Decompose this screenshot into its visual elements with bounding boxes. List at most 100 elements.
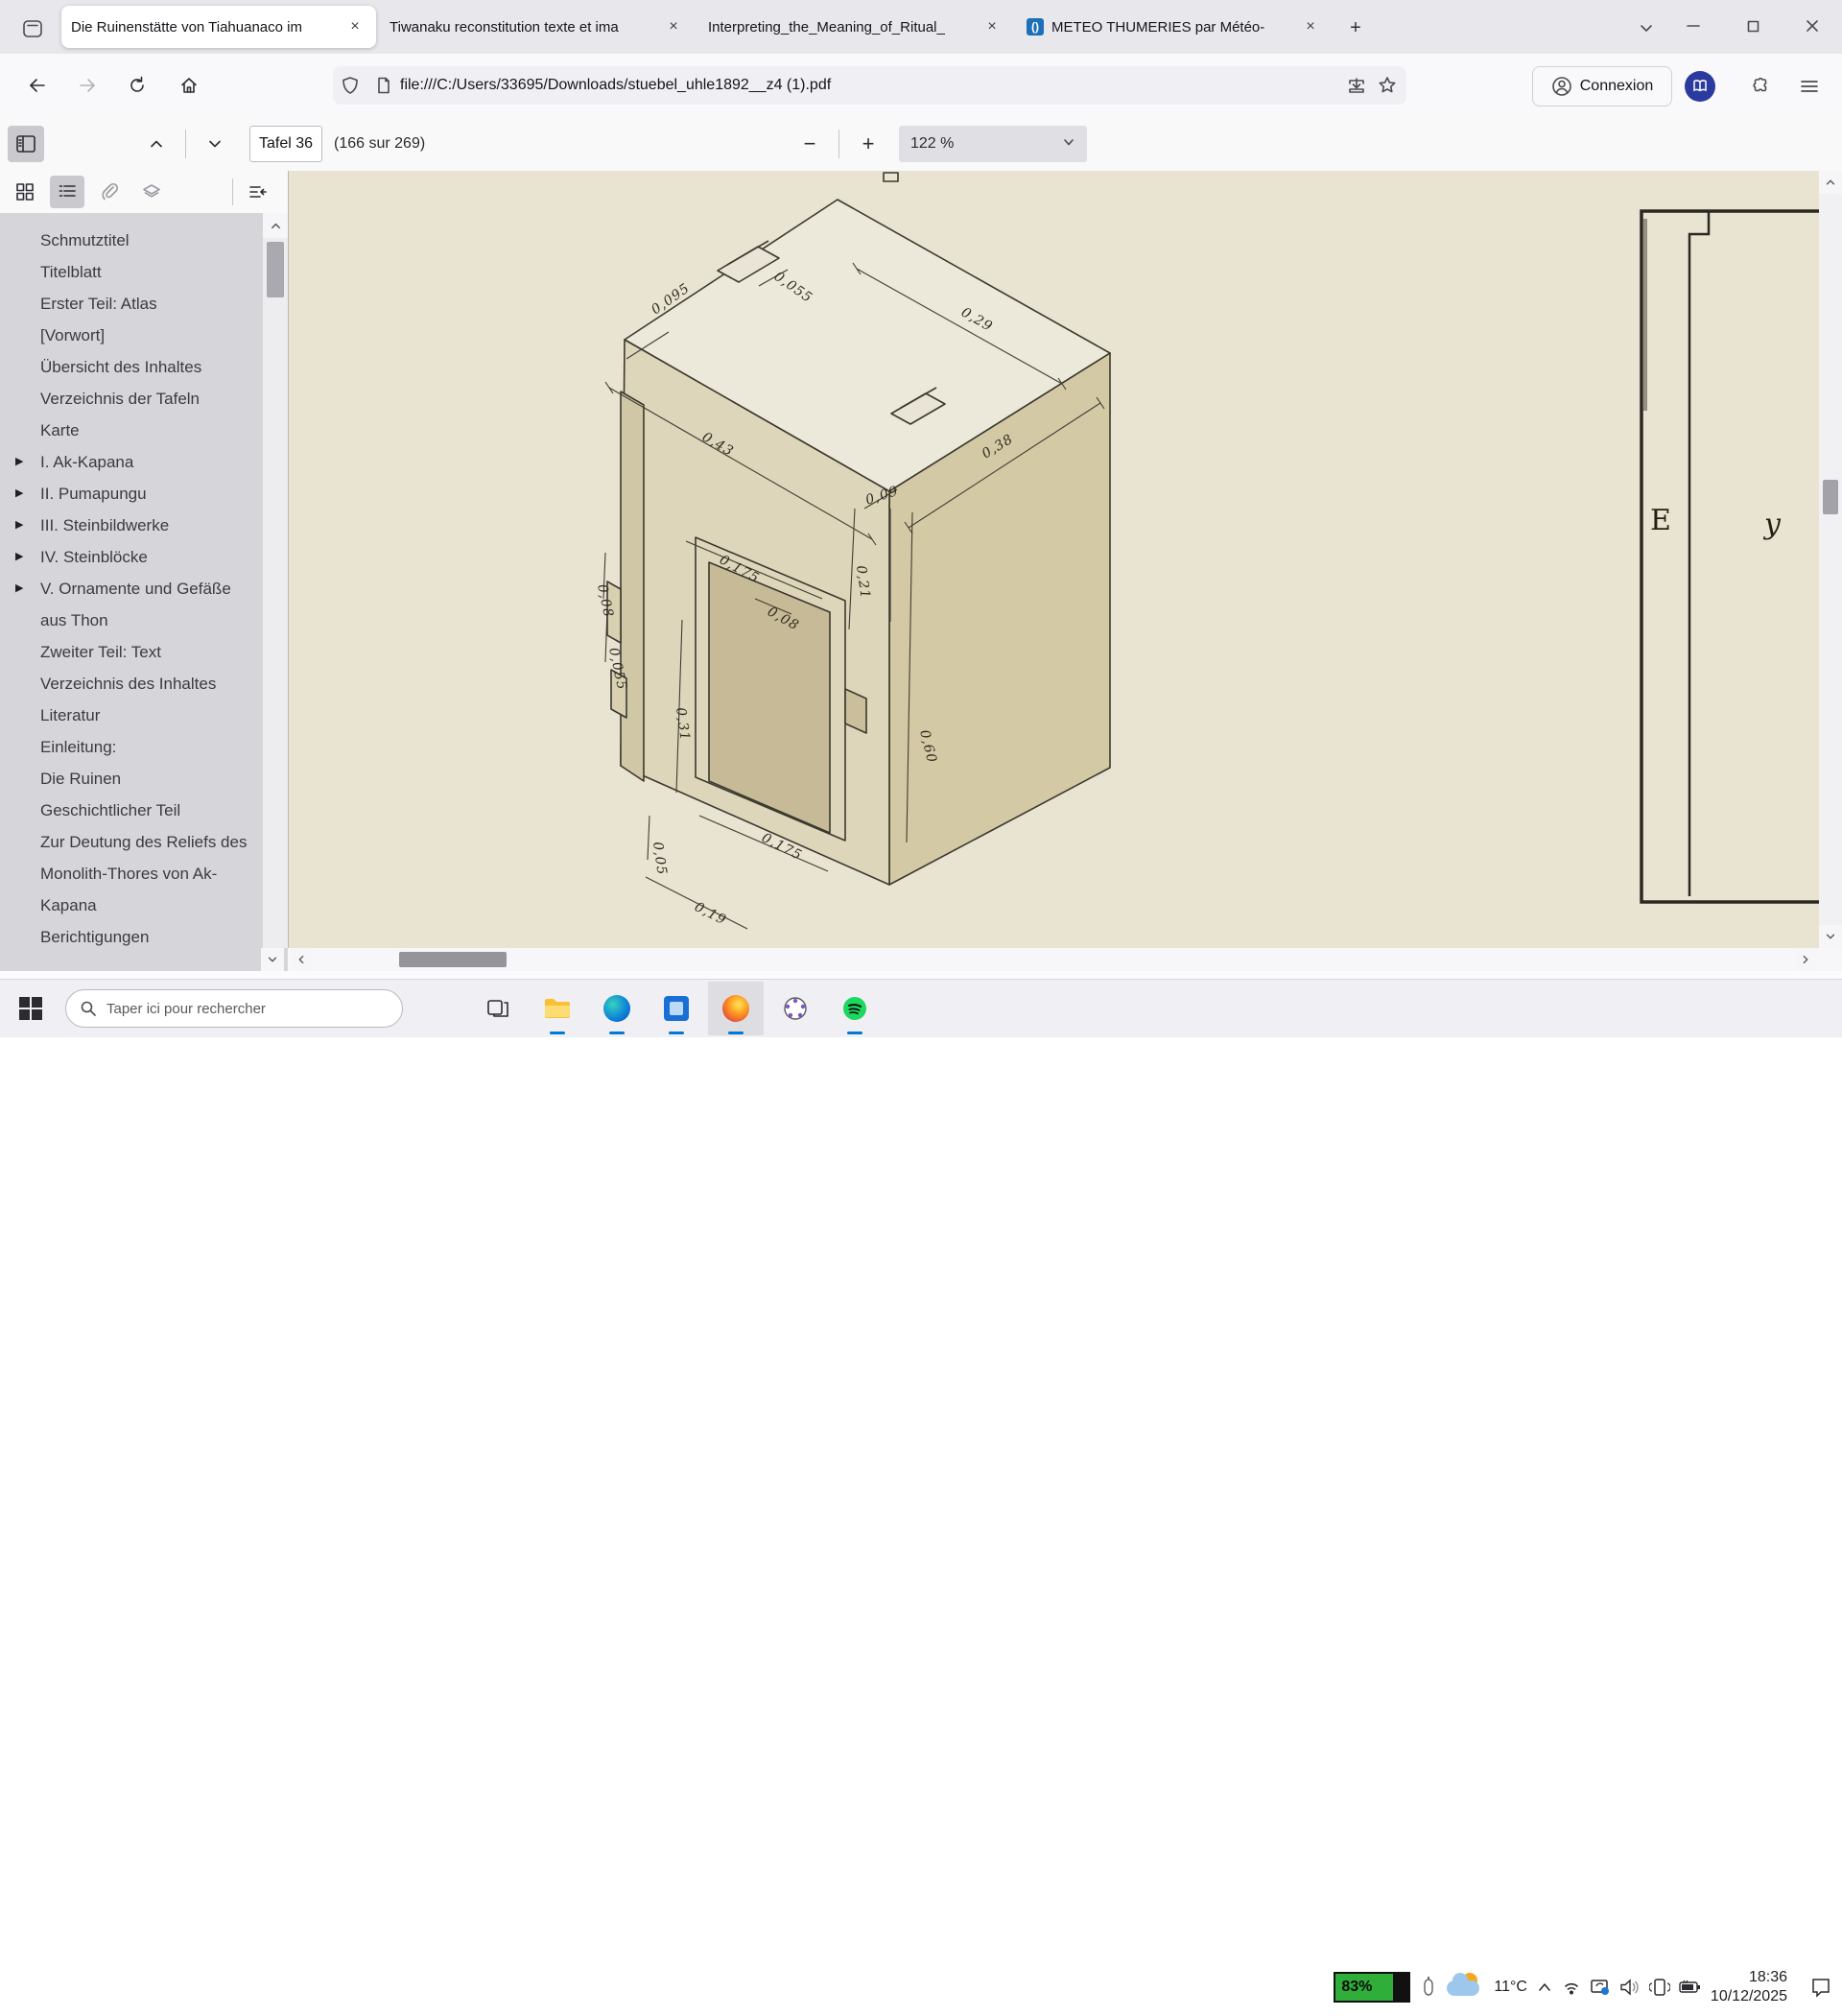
tab-close-icon[interactable]: × [980,15,1004,38]
outline-view-icon[interactable] [50,176,84,208]
expand-triangle-icon[interactable]: ▶ [15,573,23,605]
outline-item[interactable]: Geschichtlicher Teil [40,795,261,826]
pdf-page[interactable]: 0,0950,0550,290,430,090,380,080,0550,175… [288,171,1820,948]
expand-triangle-icon[interactable]: ▶ [15,541,23,573]
window-maximize-button[interactable] [1723,2,1783,50]
window-close-button[interactable] [1783,2,1842,50]
cast-sync-icon[interactable] [1590,1978,1611,1997]
outline-item[interactable]: Karte [40,415,261,446]
sidebar-scrollbar[interactable] [263,213,288,971]
download-page-icon[interactable] [1347,76,1366,95]
bookmark-star-icon[interactable] [1378,76,1397,95]
taskbar-clock[interactable]: 18:36 10/12/2025 [1711,1968,1787,2006]
outline-item[interactable]: Literatur [40,700,261,731]
previous-page-button[interactable] [138,126,175,162]
tray-chevron-up-icon[interactable] [1536,1980,1553,1995]
notification-center-icon[interactable] [1809,1976,1832,1999]
sidebar-scroll-up-icon[interactable] [263,213,288,238]
volume-icon[interactable] [1619,1979,1641,1996]
extensions-puzzle-icon[interactable] [1742,69,1777,104]
outline-item[interactable]: [Vorwort] [40,320,261,351]
start-button[interactable] [8,985,54,1032]
edge-browser-icon[interactable] [589,982,645,1035]
home-icon[interactable] [171,67,207,104]
outline-item[interactable]: Schmutztitel [40,225,261,256]
outline-item[interactable]: ▶III. Steinbildwerke [40,510,261,541]
outline-item[interactable]: Übersicht des Inhaltes [40,351,261,383]
tab-close-icon[interactable]: × [662,15,685,38]
zoom-select[interactable]: 122 % [899,126,1087,162]
outline-item[interactable]: Zur Deutung des Reliefs des Monolith-Tho… [40,826,261,921]
task-view-icon[interactable] [470,982,526,1035]
outline-item[interactable]: Die Ruinen [40,763,261,795]
outline-item[interactable]: Zweiter Teil: Text [40,636,261,668]
expand-triangle-icon[interactable]: ▶ [15,478,23,510]
outline-item[interactable]: Einleitung: [40,731,261,763]
page-info-icon[interactable] [375,77,392,94]
pen-pointer-icon[interactable] [1419,1975,1438,2000]
browser-tab[interactable]: Tiwanaku reconstitution texte et ima× [380,6,695,48]
weather-icon[interactable] [1447,1973,1485,2002]
battery-widget[interactable]: 83% [1334,1972,1410,2003]
shield-icon[interactable] [341,76,360,95]
outline-item[interactable]: ▶IV. Steinblöcke [40,541,261,573]
zoom-out-button[interactable]: − [791,126,828,162]
outline-item[interactable]: ▶II. Pumapungu [40,478,261,510]
tab-close-icon[interactable]: × [343,15,366,38]
firefox-icon[interactable] [708,982,764,1035]
list-all-tabs-chevron-icon[interactable] [1629,12,1664,44]
sidebar-scroll-down-icon[interactable] [261,948,284,971]
back-button[interactable] [19,67,56,104]
scroll-right-icon[interactable] [1794,948,1817,971]
plan-letter: y [1762,508,1782,541]
browser-tab[interactable]: Die Ruinenstätte von Tiahuanaco im× [61,6,376,48]
spotify-icon[interactable] [827,982,883,1035]
temperature-label[interactable]: 11°C [1494,1979,1527,1996]
attachments-paperclip-icon[interactable] [92,176,127,208]
current-outline-item-icon[interactable] [241,176,275,208]
outline-item[interactable]: Erster Teil: Atlas [40,288,261,320]
outline-item[interactable]: Verzeichnis des Inhaltes [40,668,261,700]
horizontal-scroll-thumb[interactable] [399,952,507,967]
phone-link-icon[interactable] [1649,1978,1670,1997]
connexion-button[interactable]: Connexion [1532,66,1672,107]
next-page-button[interactable] [197,126,233,162]
outline-item[interactable]: ▶I. Ak-Kapana [40,446,261,478]
tab-close-icon[interactable]: × [1299,15,1322,38]
wifi-icon[interactable] [1562,1979,1581,1996]
scroll-left-icon[interactable] [290,948,313,971]
outline-item[interactable]: ▶V. Ornamente und Gefäße aus Thon [40,573,261,636]
toggle-sidebar-button[interactable] [8,126,44,162]
page-number-input[interactable] [249,126,322,162]
battery-status-icon[interactable] [1679,1980,1702,1995]
firefox-view-icon[interactable] [13,12,52,46]
extension-badge-icon[interactable] [1685,71,1715,102]
outline-item[interactable]: Verzeichnis der Tafeln [40,383,261,415]
expand-triangle-icon[interactable]: ▶ [15,446,23,478]
url-bar[interactable]: file:///C:/Users/33695/Downloads/stuebel… [333,66,1406,105]
new-tab-button[interactable]: + [1339,12,1372,44]
url-text[interactable]: file:///C:/Users/33695/Downloads/stuebel… [400,77,1339,94]
reload-icon[interactable] [119,67,155,104]
file-explorer-icon[interactable] [530,982,585,1035]
tab-strip: Die Ruinenstätte von Tiahuanaco im×Tiwan… [59,0,1334,54]
geogebra-app-icon[interactable] [768,982,823,1035]
zoom-in-button[interactable]: + [850,126,886,162]
window-minimize-button[interactable] [1664,2,1723,50]
sidebar-scroll-thumb[interactable] [267,242,284,297]
expand-triangle-icon[interactable]: ▶ [15,510,23,541]
photos-app-icon[interactable] [649,982,704,1035]
horizontal-scrollbar[interactable] [288,948,1842,971]
vertical-scroll-thumb[interactable] [1823,480,1838,514]
scroll-down-icon[interactable] [1819,925,1842,948]
vertical-scrollbar[interactable] [1819,171,1842,948]
taskbar-search-input[interactable]: Taper ici pour rechercher [65,989,403,1028]
forward-button[interactable] [69,67,106,104]
menu-hamburger-icon[interactable] [1792,69,1827,104]
outline-item[interactable]: Titelblatt [40,256,261,288]
thumbnails-view-icon[interactable] [8,176,42,208]
layers-icon[interactable] [134,176,169,208]
browser-tab[interactable]: ()METEO THUMERIES par Météo-× [1017,6,1332,48]
scroll-up-icon[interactable] [1819,171,1842,194]
browser-tab[interactable]: Interpreting_the_Meaning_of_Ritual_× [698,6,1013,48]
